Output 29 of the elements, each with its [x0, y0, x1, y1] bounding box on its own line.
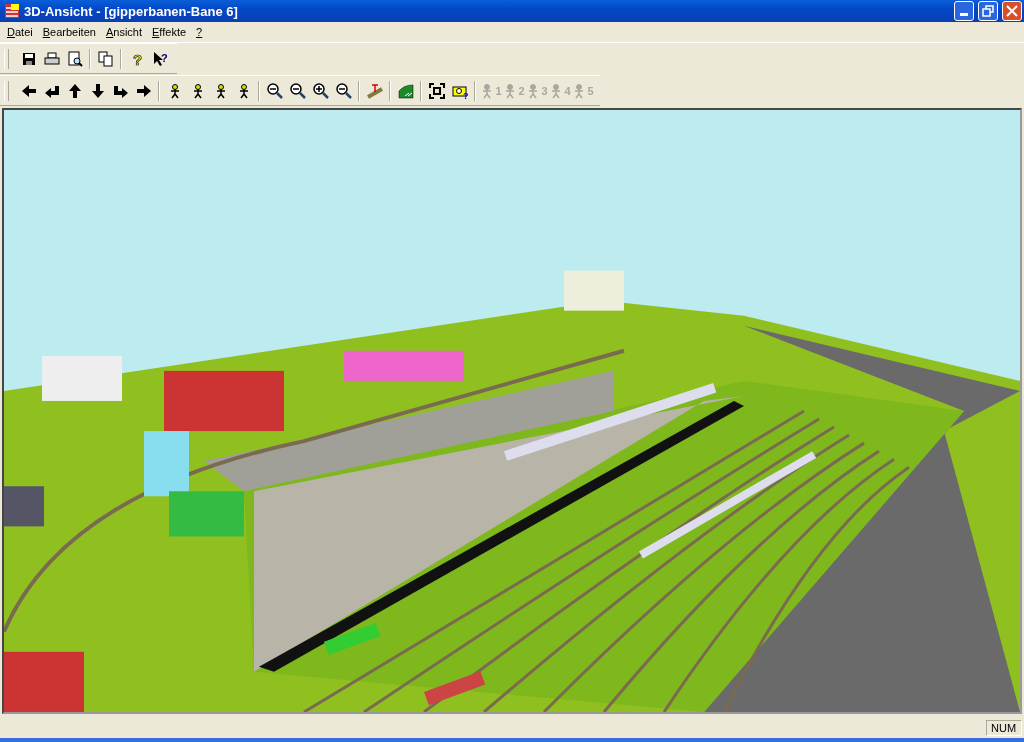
zoom-out-icon	[289, 82, 306, 99]
status-indicator: NUM	[986, 720, 1022, 736]
window-title: 3D-Ansicht - [gipperbanen-Bane 6]	[24, 3, 239, 19]
menu-item[interactable]: ?	[191, 26, 208, 38]
arrow-left-icon	[20, 82, 37, 99]
restore-icon	[982, 5, 994, 17]
close-button[interactable]	[1002, 1, 1022, 21]
save-icon	[20, 50, 37, 67]
app-icon	[4, 3, 20, 19]
minimize-icon	[960, 13, 968, 16]
menu-item[interactable]: Bearbeiten	[37, 26, 101, 38]
minimize-button[interactable]	[954, 1, 974, 21]
print-icon	[43, 50, 60, 67]
copy-icon	[97, 50, 114, 67]
arrow-up-icon	[66, 82, 83, 99]
arrow-right-icon	[135, 82, 152, 99]
terrain-icon	[397, 82, 414, 99]
print-preview-icon	[66, 50, 83, 67]
fit-view-icon	[428, 82, 445, 99]
menu-item[interactable]: Ansicht	[100, 26, 147, 38]
zoom-icon	[335, 82, 352, 99]
restore-button[interactable]	[978, 1, 998, 21]
zoom-in-icon	[312, 82, 329, 99]
track-icon	[366, 82, 383, 99]
arrow-down-icon	[89, 82, 106, 99]
close-icon	[1006, 5, 1018, 17]
menu-item[interactable]: Effekte	[147, 26, 192, 38]
menu-item[interactable]: Datei	[2, 26, 38, 38]
zoom-icon	[266, 82, 283, 99]
